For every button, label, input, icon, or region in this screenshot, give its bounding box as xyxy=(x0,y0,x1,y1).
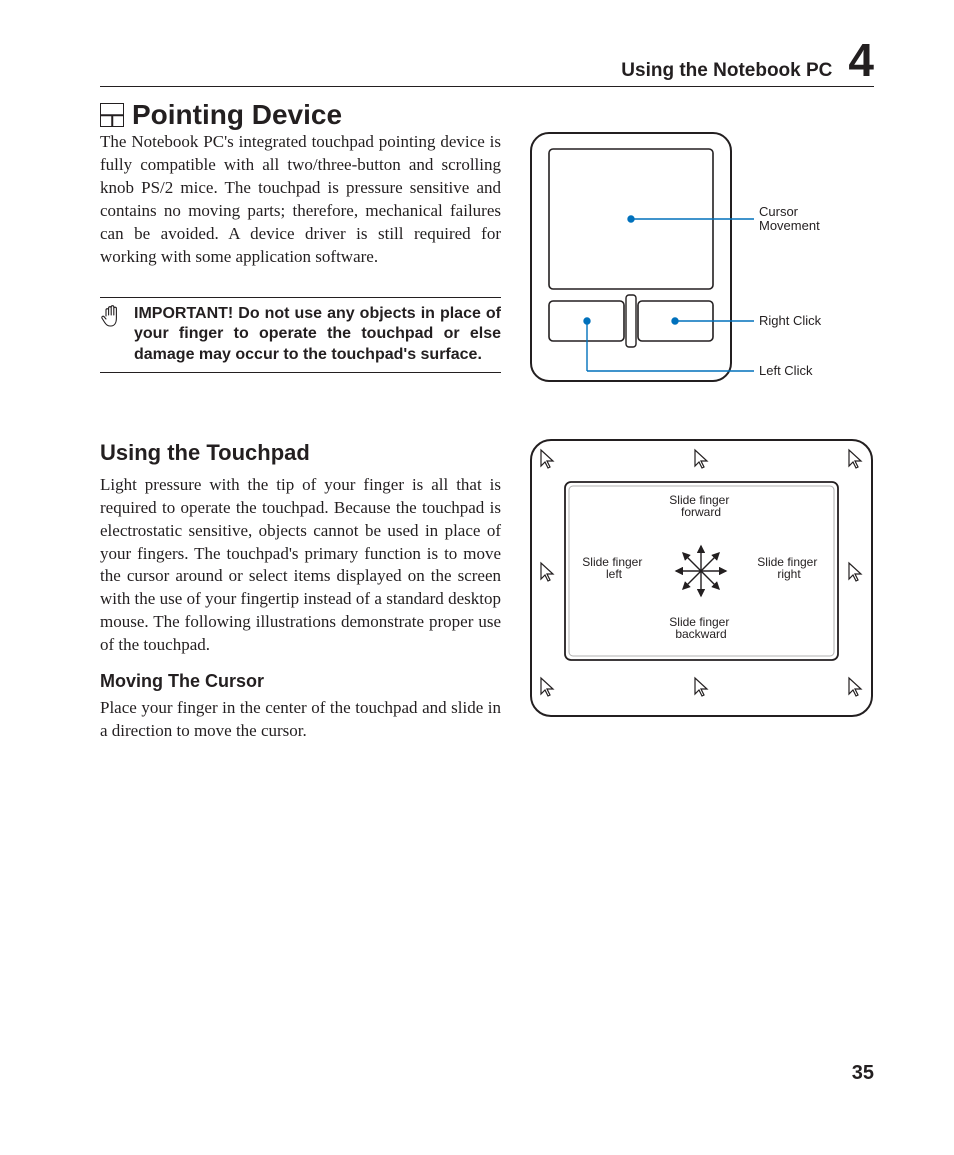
important-note: IMPORTANT! Do not use any objects in pla… xyxy=(100,297,501,373)
hand-stop-icon xyxy=(100,304,126,366)
touchpad-diagram: Cursor Movement Right Click Left Click xyxy=(529,131,874,396)
section2-heading: Using the Touchpad xyxy=(100,438,501,468)
svg-text:Slide finger backwar: Slide finger backward xyxy=(669,615,732,641)
svg-text:Slide finger forward: Slide finger forward xyxy=(669,493,732,519)
label-cursor-movement: Cursor Movement xyxy=(759,204,820,233)
touchpad-direction-diagram: Slide finger forward Slide finger backwa… xyxy=(529,438,874,743)
section-heading-row: Pointing Device xyxy=(100,99,874,131)
section-heading: Pointing Device xyxy=(132,99,342,131)
page-number: 35 xyxy=(852,1062,874,1085)
page-header: Using the Notebook PC 4 xyxy=(100,40,874,87)
chapter-number: 4 xyxy=(848,40,874,81)
svg-text:Slide finger left: Slide finger left xyxy=(582,555,645,581)
section-icon xyxy=(100,103,124,127)
section2-subparagraph: Place your finger in the center of the t… xyxy=(100,697,501,743)
label-left-click: Left Click xyxy=(759,363,813,378)
label-right-click: Right Click xyxy=(759,313,822,328)
important-text: IMPORTANT! Do not use any objects in pla… xyxy=(134,304,501,366)
header-title: Using the Notebook PC xyxy=(621,60,832,82)
section2-paragraph: Light pressure with the tip of your fing… xyxy=(100,474,501,658)
section2-subheading: Moving The Cursor xyxy=(100,669,501,693)
section1-paragraph: The Notebook PC's integrated touchpad po… xyxy=(100,131,501,269)
svg-text:Slide finger right: Slide finger right xyxy=(757,555,820,581)
